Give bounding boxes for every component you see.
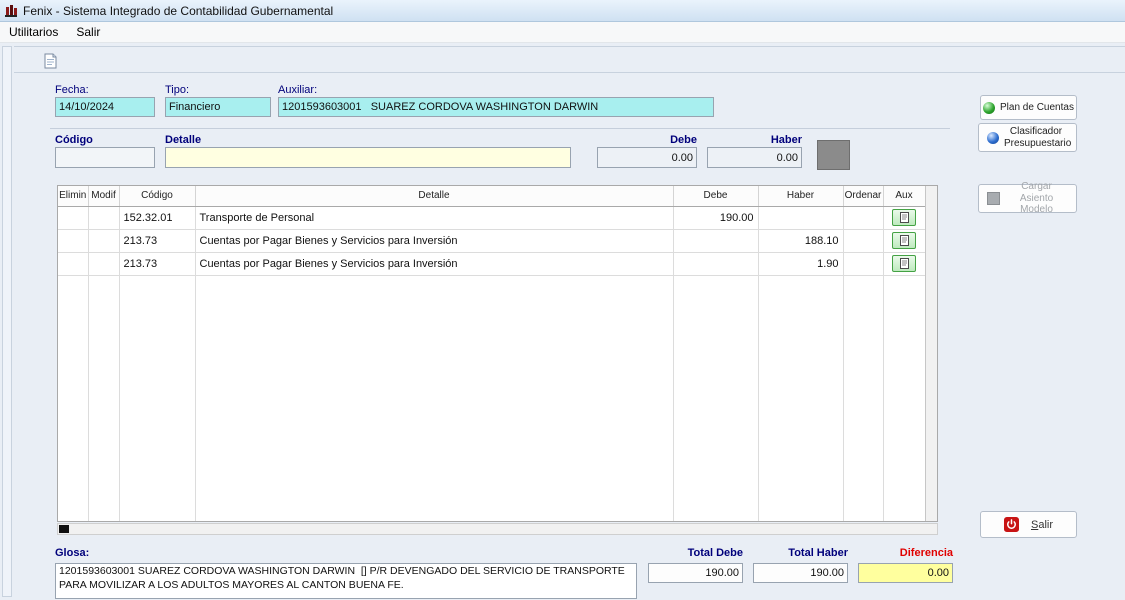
titlebar: Fenix - Sistema Integrado de Contabilida…: [0, 0, 1125, 22]
codigo-cell: 213.73: [119, 252, 195, 275]
diferencia-field: [858, 563, 953, 583]
clasificador-label: Clasificador Presupuestario: [1004, 126, 1068, 149]
total-haber-label: Total Haber: [753, 547, 848, 559]
document-icon: [900, 235, 909, 246]
col-header-ordenar: Ordenar: [843, 186, 883, 206]
haber-input[interactable]: [707, 147, 802, 168]
total-haber-field: [753, 563, 848, 583]
new-document-icon: [43, 53, 58, 69]
table-empty-area: [58, 275, 925, 521]
menu-item-utilitarios[interactable]: Utilitarios: [0, 23, 67, 41]
col-header-debe: Debe: [673, 186, 758, 206]
modif-cell[interactable]: [88, 252, 119, 275]
clasificador-icon: [987, 132, 999, 144]
elimin-cell[interactable]: [58, 229, 88, 252]
col-header-codigo: Código: [119, 186, 195, 206]
total-debe-label: Total Debe: [648, 547, 743, 559]
glosa-label: Glosa:: [55, 547, 89, 559]
ordenar-cell: [843, 229, 883, 252]
col-header-modif: Modif: [88, 186, 119, 206]
entries-grid: Elimin Modif Código Detalle Debe Haber O…: [57, 185, 938, 522]
table-header-row: Elimin Modif Código Detalle Debe Haber O…: [58, 186, 925, 206]
app-window: Fenix - Sistema Integrado de Contabilida…: [0, 0, 1125, 600]
detalle-input[interactable]: [165, 147, 571, 168]
glosa-text[interactable]: 1201593603001 SUAREZ CORDOVA WASHINGTON …: [55, 563, 637, 599]
document-icon: [900, 258, 909, 269]
haber-cell: 188.10: [758, 229, 843, 252]
add-entry-button[interactable]: [817, 140, 850, 170]
codigo-cell: 152.32.01: [119, 206, 195, 229]
modif-cell[interactable]: [88, 206, 119, 229]
codigo-label: Código: [55, 134, 93, 146]
aux-button[interactable]: [892, 255, 916, 272]
debe-cell: [673, 252, 758, 275]
menubar: Utilitarios Salir: [0, 22, 1125, 43]
debe-label: Debe: [597, 134, 697, 146]
scrollbar-thumb[interactable]: [59, 525, 69, 533]
codigo-input[interactable]: [55, 147, 155, 168]
cargar-modelo-label: Cargar Asiento Modelo: [1005, 181, 1069, 216]
app-icon: [4, 4, 18, 18]
aux-cell: [883, 229, 925, 252]
workspace: Fecha: Tipo: Auxiliar: Código Detalle De…: [0, 43, 1125, 600]
entries-table: Elimin Modif Código Detalle Debe Haber O…: [58, 186, 926, 521]
toolbar: [14, 46, 1125, 73]
haber-cell: 1.90: [758, 252, 843, 275]
aux-cell: [883, 252, 925, 275]
clasificador-button[interactable]: Clasificador Presupuestario: [978, 123, 1077, 152]
ordenar-cell: [843, 252, 883, 275]
cargar-modelo-icon: [987, 192, 1000, 205]
aux-button[interactable]: [892, 232, 916, 249]
tipo-input[interactable]: [165, 97, 271, 117]
toolbar-new-button[interactable]: [40, 50, 61, 71]
col-header-elimin: Elimin: [58, 186, 88, 206]
auxiliar-input[interactable]: [278, 97, 714, 117]
codigo-cell: 213.73: [119, 229, 195, 252]
plan-cuentas-button[interactable]: Plan de Cuentas: [980, 95, 1077, 120]
detalle-cell: Cuentas por Pagar Bienes y Servicios par…: [195, 252, 673, 275]
auxiliar-label: Auxiliar:: [278, 84, 317, 96]
debe-cell: [673, 229, 758, 252]
table-row: 152.32.01 Transporte de Personal 190.00: [58, 206, 925, 229]
aux-cell: [883, 206, 925, 229]
col-header-aux: Aux: [883, 186, 925, 206]
debe-input[interactable]: [597, 147, 697, 168]
detalle-cell: Transporte de Personal: [195, 206, 673, 229]
modif-cell[interactable]: [88, 229, 119, 252]
table-horizontal-scrollbar[interactable]: [57, 523, 938, 535]
total-debe-field: [648, 563, 743, 583]
power-icon: [1004, 517, 1019, 532]
detalle-label: Detalle: [165, 134, 201, 146]
window-title: Fenix - Sistema Integrado de Contabilida…: [23, 4, 333, 18]
cargar-asiento-modelo-button[interactable]: Cargar Asiento Modelo: [978, 184, 1077, 213]
salir-button-label: Salir: [1031, 519, 1053, 531]
detalle-cell: Cuentas por Pagar Bienes y Servicios par…: [195, 229, 673, 252]
fecha-label: Fecha:: [55, 84, 89, 96]
col-header-detalle: Detalle: [195, 186, 673, 206]
debe-cell: 190.00: [673, 206, 758, 229]
left-panel-strip: [2, 46, 12, 597]
aux-button[interactable]: [892, 209, 916, 226]
fecha-input[interactable]: [55, 97, 155, 117]
table-row: 213.73 Cuentas por Pagar Bienes y Servic…: [58, 252, 925, 275]
plan-cuentas-icon: [983, 102, 995, 114]
haber-label: Haber: [707, 134, 802, 146]
col-header-haber: Haber: [758, 186, 843, 206]
diferencia-label: Diferencia: [858, 547, 953, 559]
haber-cell: [758, 206, 843, 229]
elimin-cell[interactable]: [58, 206, 88, 229]
plan-cuentas-label: Plan de Cuentas: [1000, 102, 1074, 113]
document-icon: [900, 212, 909, 223]
table-row: 213.73 Cuentas por Pagar Bienes y Servic…: [58, 229, 925, 252]
elimin-cell[interactable]: [58, 252, 88, 275]
section-divider: [50, 128, 950, 129]
salir-button[interactable]: Salir: [980, 511, 1077, 538]
ordenar-cell: [843, 206, 883, 229]
tipo-label: Tipo:: [165, 84, 189, 96]
table-vertical-scrollbar[interactable]: [925, 186, 937, 521]
menu-item-salir[interactable]: Salir: [67, 23, 109, 41]
